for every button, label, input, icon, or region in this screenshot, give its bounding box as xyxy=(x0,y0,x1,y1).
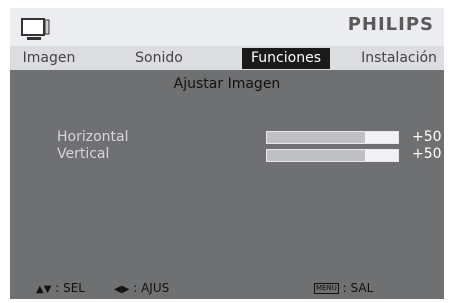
select-hint: : SEL xyxy=(55,281,85,295)
tab-funciones[interactable]: Funciones xyxy=(242,48,330,69)
adjust-hint: : AJUS xyxy=(133,281,170,295)
slider-fill-horizontal xyxy=(267,132,366,143)
setting-label-horizontal: Horizontal xyxy=(57,129,129,145)
setting-value-vertical: +50 xyxy=(412,146,442,162)
tab-sonido[interactable]: Sonido xyxy=(120,48,198,69)
page-title: Ajustar Imagen xyxy=(173,76,281,92)
slider-vertical[interactable] xyxy=(266,149,399,162)
slider-horizontal[interactable] xyxy=(266,131,399,144)
menu-key-icon: MENU xyxy=(314,283,339,294)
setting-value-horizontal: +50 xyxy=(412,129,442,145)
tab-instalacion[interactable]: Instalación xyxy=(354,48,444,69)
exit-hint: : SAL xyxy=(342,281,374,295)
left-right-arrows-icon: ◀▶ xyxy=(114,284,130,295)
up-down-arrows-icon: ▲▼ xyxy=(36,284,52,295)
tv-icon xyxy=(21,18,50,40)
brand-logo: PHILIPS xyxy=(347,14,434,35)
menu-tabs: Imagen Sonido Funciones Instalación xyxy=(10,46,444,70)
key-hints: ▲▼ : SEL ◀▶ : AJUS MENU : SAL xyxy=(10,278,444,298)
tab-imagen[interactable]: Imagen xyxy=(10,48,88,69)
osd-menu: PHILIPS Imagen Sonido Funciones Instalac… xyxy=(10,8,444,299)
osd-header: PHILIPS xyxy=(10,8,444,46)
slider-fill-vertical xyxy=(267,150,366,161)
setting-label-vertical: Vertical xyxy=(57,146,110,162)
